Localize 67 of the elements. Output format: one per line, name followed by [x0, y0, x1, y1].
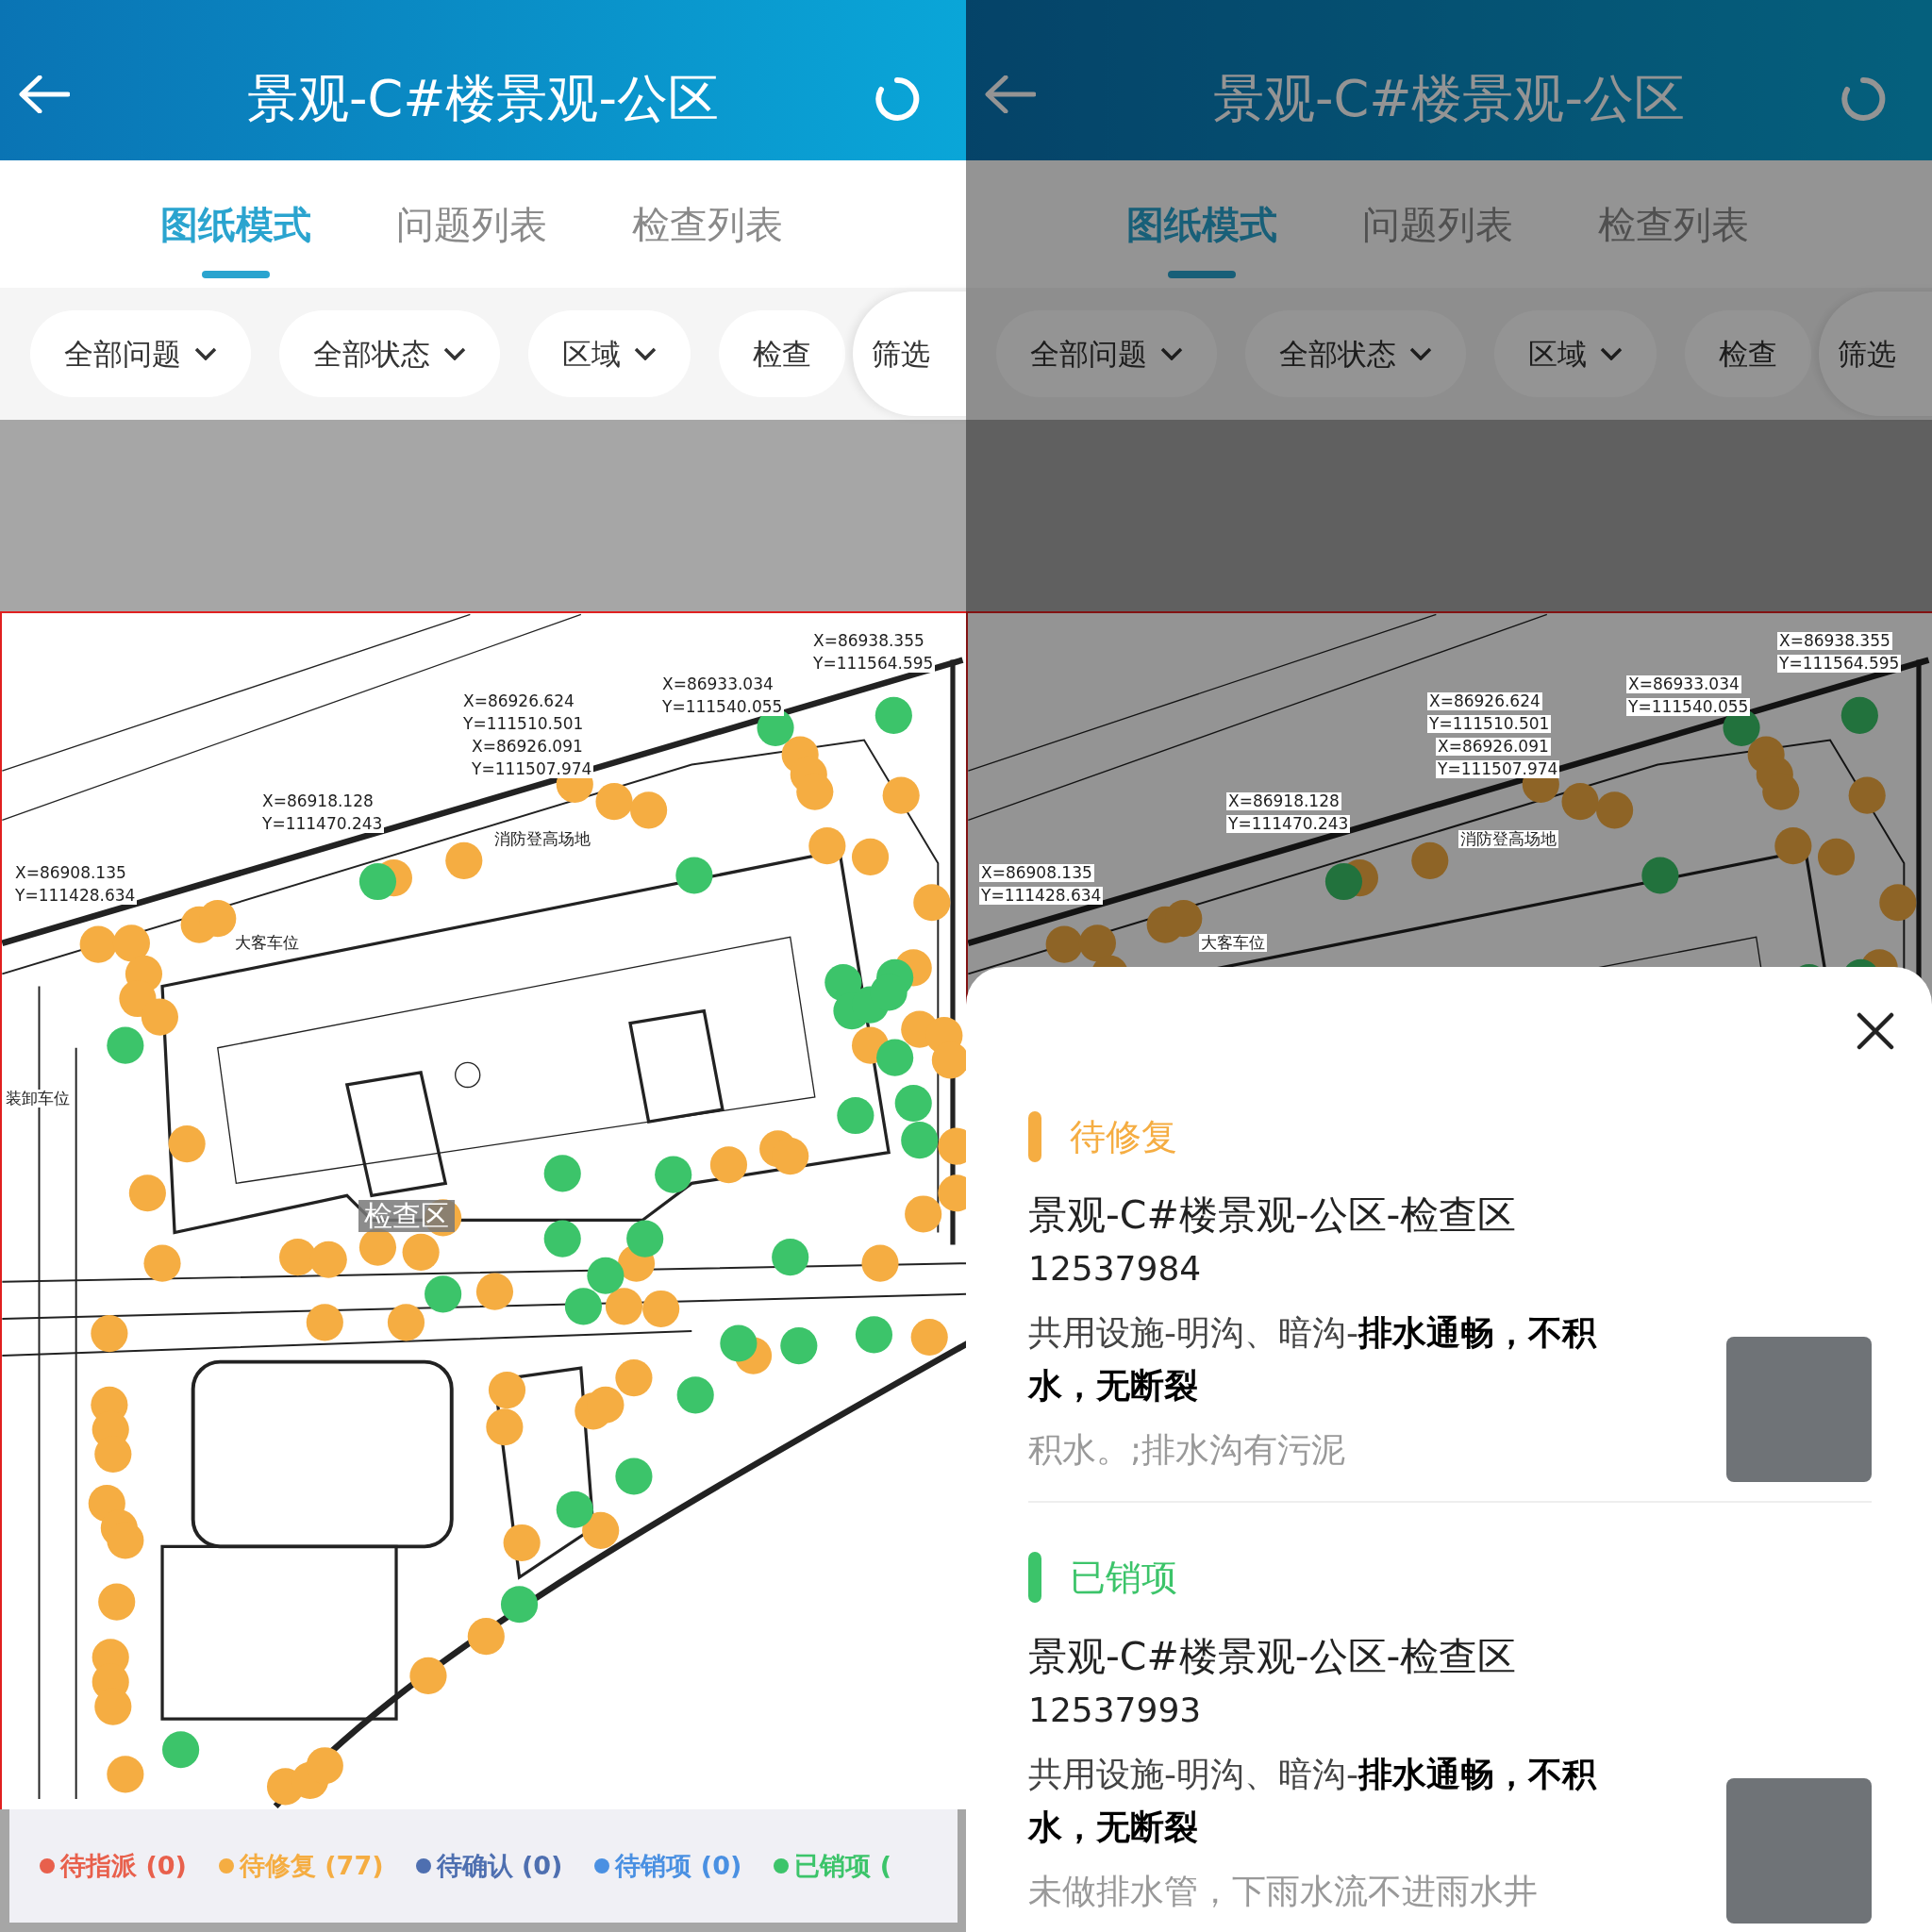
- issue-description: 共用设施-明沟、暗沟-排水通畅，不积水，无断裂: [1028, 1754, 1598, 1848]
- plan-label: 大客车位: [233, 934, 301, 952]
- filter-dropdown[interactable]: 全部状态: [279, 310, 500, 397]
- issue-number: 12537984: [1028, 1248, 1203, 1290]
- issue-note: 积水。;排水沟有污泥: [1028, 1429, 1347, 1471]
- close-icon: [1857, 1012, 1894, 1050]
- plan-label: 消防登高场地: [492, 830, 592, 848]
- back-button[interactable]: [983, 75, 1036, 113]
- plan-label: Y=111564.595: [811, 655, 936, 673]
- plan-label: Y=111428.634: [13, 887, 138, 905]
- plan-label: X=86933.034: [1626, 675, 1741, 693]
- filter-chip[interactable]: 检查: [719, 310, 845, 397]
- filter-dropdown[interactable]: 区域: [528, 310, 691, 397]
- legend-item[interactable]: 待确认 (0): [415, 1846, 563, 1886]
- plan-label: Y=111507.974: [1436, 760, 1560, 778]
- refresh-button[interactable]: [1840, 75, 1887, 123]
- chevron-down-icon: [1160, 347, 1183, 360]
- status-label: 待修复: [1070, 1114, 1177, 1159]
- plan-label: 消防登高场地: [1458, 830, 1558, 848]
- back-button[interactable]: [17, 75, 70, 113]
- plan-label: Y=111428.634: [979, 887, 1104, 905]
- plan-label: Y=111507.974: [470, 760, 594, 778]
- filter-dropdown[interactable]: 全部问题: [996, 310, 1217, 397]
- plan-label: 大客车位: [1199, 934, 1267, 952]
- filter-dropdown[interactable]: 全部状态: [1245, 310, 1466, 397]
- close-button[interactable]: [1857, 1012, 1894, 1050]
- plan-label: Y=111510.501: [1427, 715, 1552, 733]
- legend-item[interactable]: 待指派 (0): [40, 1846, 187, 1886]
- area-tag: 检查区: [358, 1200, 455, 1232]
- page-title: 景观-C#楼景观-公区: [247, 68, 719, 130]
- refresh-icon: [1840, 75, 1887, 123]
- plan-label: 装卸车位: [4, 1090, 72, 1108]
- plan-label: Y=111470.243: [1226, 815, 1351, 833]
- filter-dropdown[interactable]: 全部问题: [30, 310, 251, 397]
- plan-label: Y=111540.055: [1626, 698, 1751, 716]
- back-arrow-icon: [983, 75, 1036, 113]
- back-arrow-icon: [17, 75, 70, 113]
- chevron-down-icon: [1409, 347, 1432, 360]
- refresh-button[interactable]: [874, 75, 921, 123]
- filter-button[interactable]: 筛选: [853, 291, 966, 416]
- issue-description: 共用设施-明沟、暗沟-排水通畅，不积水，无断裂: [1028, 1312, 1598, 1407]
- status-label: 已销项: [1070, 1555, 1177, 1600]
- plan-label: Y=111564.595: [1777, 655, 1902, 673]
- chevron-down-icon: [194, 347, 217, 360]
- issue-note: 未做排水管，下雨水流不进雨水井: [1028, 1871, 1539, 1912]
- tab[interactable]: 检查列表: [632, 160, 783, 288]
- chevron-down-icon: [443, 347, 466, 360]
- issue-title[interactable]: 景观-C#楼景观-公区-检查区: [1028, 1188, 1872, 1242]
- issue-number: 12537993: [1028, 1690, 1203, 1731]
- plan-label: X=86938.355: [1777, 632, 1892, 650]
- chevron-down-icon: [1600, 347, 1623, 360]
- tab[interactable]: 图纸模式: [160, 160, 311, 288]
- page-title: 景观-C#楼景观-公区: [1213, 68, 1685, 130]
- filter-chip[interactable]: 检查: [1685, 310, 1811, 397]
- plan-label: X=86908.135: [979, 864, 1094, 882]
- issue-title[interactable]: 景观-C#楼景观-公区-检查区: [1028, 1629, 1872, 1684]
- plan-label: X=86926.091: [1436, 738, 1551, 756]
- filter-button[interactable]: 筛选: [1819, 291, 1932, 416]
- tab[interactable]: 问题列表: [396, 160, 547, 288]
- refresh-icon: [874, 75, 921, 123]
- filter-dropdown[interactable]: 区域: [1494, 310, 1657, 397]
- plan-label: Y=111540.055: [660, 698, 785, 716]
- plan-label: Y=111470.243: [260, 815, 385, 833]
- plan-label: X=86926.624: [1427, 692, 1542, 710]
- plan-label: X=86918.128: [1226, 792, 1341, 810]
- chevron-down-icon: [634, 347, 657, 360]
- legend-item[interactable]: 待销项 (0): [594, 1846, 742, 1886]
